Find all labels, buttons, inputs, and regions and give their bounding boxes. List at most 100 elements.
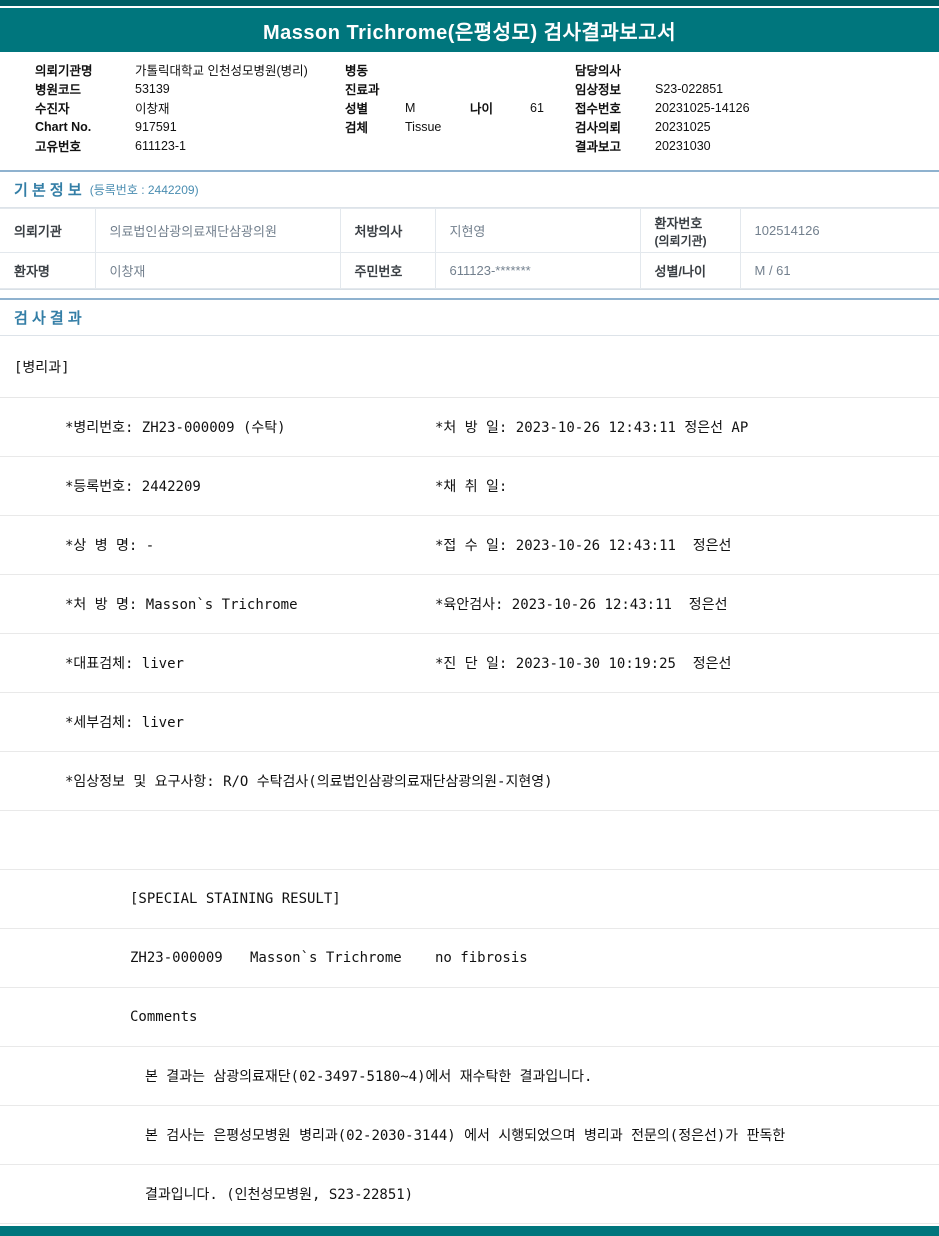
field-label: 의뢰기관명 xyxy=(35,64,93,78)
department-row: [병리과] xyxy=(0,336,939,398)
result-row: [SPECIAL STAINING RESULT] xyxy=(0,870,939,929)
field-label: 병원코드 xyxy=(35,83,82,97)
result-text: *채 취 일: xyxy=(435,479,508,495)
field-row: 고유번호 611123-1 xyxy=(35,136,308,155)
basic-info-table: 의뢰기관 의료법인삼광의료재단삼광의원 처방의사 지현영 환자번호 (의뢰기관)… xyxy=(0,208,939,289)
result-row: 본 결과는 삼광의료재단(02-3497-5180~4)에서 재수탁한 결과입니… xyxy=(0,1047,939,1106)
field-label: 병동 xyxy=(345,64,369,78)
cell-value: 611123-******* xyxy=(434,252,641,289)
test-result-section: 검 사 결 과 [병리과] *병리번호: ZH23-000009 (수탁) *처… xyxy=(0,298,939,1224)
test-result-header: 검 사 결 과 xyxy=(0,300,939,336)
field-label: 결과보고 xyxy=(575,140,622,154)
result-text: *병리번호: ZH23-000009 (수탁) xyxy=(65,420,286,436)
result-text: 본 검사는 은평성모병원 병리과(02-2030-3144) 에서 시행되었으며… xyxy=(145,1128,786,1144)
result-row: *처 방 명: Masson`s Trichrome *육안검사: 2023-1… xyxy=(0,575,939,634)
field-row: 담당의사 xyxy=(575,60,750,79)
patient-info-column: 의뢰기관명 가톨릭대학교 인천성모병원(병리) 병원코드 53139 수진자 이창재 … xyxy=(35,60,308,155)
result-row: Comments xyxy=(0,988,939,1047)
field-label: 담당의사 xyxy=(575,64,622,78)
registration-number: (등록번호 : 2442209) xyxy=(89,183,199,197)
department-label: [병리과] xyxy=(14,359,70,376)
field-label: 검체 xyxy=(345,121,369,135)
field-value: 61 xyxy=(530,100,544,115)
bottom-accent-strip xyxy=(0,1226,939,1236)
result-row: 본 검사는 은평성모병원 병리과(02-2030-3144) 에서 시행되었으며… xyxy=(0,1106,939,1165)
result-text: ZH23-000009 xyxy=(130,950,223,966)
field-label: 접수번호 xyxy=(575,102,622,116)
field-row: 검사의뢰 20231025 xyxy=(575,117,750,136)
field-row: 검체 Tissue xyxy=(345,117,544,136)
result-text: *등록번호: 2442209 xyxy=(65,479,201,495)
field-value: 가톨릭대학교 인천성모병원(병리) xyxy=(135,64,308,78)
field-label: 나이 xyxy=(470,102,494,116)
result-row: ZH23-000009 Masson`s Trichrome no fibros… xyxy=(0,929,939,988)
result-text: *임상정보 및 요구사항: R/O 수탁검사(의료법인삼광의료재단삼광의원-지현… xyxy=(65,774,553,790)
section-title: 검 사 결 과 xyxy=(14,310,82,327)
result-row-empty xyxy=(0,811,939,870)
cell-value: 이창재 xyxy=(94,252,341,289)
order-info-column: 담당의사 임상정보 S23-022851 접수번호 20231025-14126 검… xyxy=(575,60,750,155)
field-row: 결과보고 20231030 xyxy=(575,136,750,155)
field-row: 의뢰기관명 가톨릭대학교 인천성모병원(병리) xyxy=(35,60,308,79)
field-row: Chart No. 917591 xyxy=(35,117,308,136)
cell-label: 환자명 xyxy=(0,252,96,289)
field-label: 진료과 xyxy=(345,83,380,97)
cell-label: 주민번호 xyxy=(339,252,436,289)
result-row: *병리번호: ZH23-000009 (수탁) *처 방 일: 2023-10-… xyxy=(0,398,939,457)
cell-label: 처방의사 xyxy=(339,208,436,253)
field-label: 검사의뢰 xyxy=(575,121,622,135)
field-row: 임상정보 S23-022851 xyxy=(575,79,750,98)
result-text: *세부검체: liver xyxy=(65,715,184,731)
field-value: 20231025 xyxy=(655,119,711,134)
result-text: *육안검사: 2023-10-26 12:43:11 정은선 xyxy=(435,597,728,613)
field-row: 병원코드 53139 xyxy=(35,79,308,98)
field-label: 임상정보 xyxy=(575,83,622,97)
field-value: 이창재 xyxy=(135,102,170,116)
result-text: 본 결과는 삼광의료재단(02-3497-5180~4)에서 재수탁한 결과입니… xyxy=(145,1069,593,1085)
result-text: 결과입니다. (인천성모병원, S23-22851) xyxy=(145,1187,414,1203)
report-title-bar: Masson Trichrome(은평성모) 검사결과보고서 xyxy=(0,8,939,52)
field-label: 수진자 xyxy=(35,102,70,116)
cell-value: 지현영 xyxy=(434,208,641,253)
field-value: S23-022851 xyxy=(655,81,724,96)
result-text: *대표검체: liver xyxy=(65,656,184,672)
field-value: Tissue xyxy=(405,119,442,134)
section-title: 기 본 정 보 xyxy=(14,182,82,199)
cell-label: 성별/나이 xyxy=(639,252,741,289)
result-text: *접 수 일: 2023-10-26 12:43:11 정은선 xyxy=(435,538,732,554)
result-text: Comments xyxy=(130,1009,198,1025)
result-row: *상 병 명: - *접 수 일: 2023-10-26 12:43:11 정은… xyxy=(0,516,939,575)
field-value: 20231025-14126 xyxy=(655,100,750,115)
field-value: M xyxy=(405,100,416,115)
field-label: 성별 xyxy=(345,102,369,116)
field-row: 접수번호 20231025-14126 xyxy=(575,98,750,117)
report-title: Masson Trichrome(은평성모) 검사결과보고서 xyxy=(263,21,676,44)
result-row: 결과입니다. (인천성모병원, S23-22851) xyxy=(0,1165,939,1224)
field-value: 53139 xyxy=(135,81,170,96)
field-value: 917591 xyxy=(135,119,177,134)
table-row: 의뢰기관 의료법인삼광의료재단삼광의원 처방의사 지현영 환자번호 (의뢰기관)… xyxy=(0,208,939,253)
table-row: 환자명 이창재 주민번호 611123-******* 성별/나이 M / 61 xyxy=(0,252,939,289)
top-accent-strip xyxy=(0,0,939,6)
basic-info-section: 기 본 정 보 (등록번호 : 2442209) 의뢰기관 의료법인삼광의료재단… xyxy=(0,170,939,290)
field-row: 진료과 xyxy=(345,79,544,98)
field-row: 병동 xyxy=(345,60,544,79)
result-row: *세부검체: liver xyxy=(0,693,939,752)
cell-value: 의료법인삼광의료재단삼광의원 xyxy=(94,208,341,253)
result-text: Masson`s Trichrome xyxy=(250,950,402,966)
result-text: *진 단 일: 2023-10-30 10:19:25 정은선 xyxy=(435,656,732,672)
field-label: 고유번호 xyxy=(35,140,82,154)
result-text: *처 방 일: 2023-10-26 12:43:11 정은선 AP xyxy=(435,420,749,436)
report-id-header: 의뢰기관명 가톨릭대학교 인천성모병원(병리) 병원코드 53139 수진자 이창재 … xyxy=(0,52,939,170)
cell-value: 102514126 xyxy=(739,208,939,253)
visit-info-column: 병동 진료과 성별 M 나이 61 검체 Tissue xyxy=(345,60,544,136)
field-label: Chart No. xyxy=(35,119,92,134)
cell-value: M / 61 xyxy=(739,252,939,289)
cell-label: 환자번호 (의뢰기관) xyxy=(639,208,741,253)
result-text: no fibrosis xyxy=(435,950,528,966)
result-text: [SPECIAL STAINING RESULT] xyxy=(130,891,341,907)
result-row: *등록번호: 2442209 *채 취 일: xyxy=(0,457,939,516)
field-value: 611123-1 xyxy=(135,138,186,153)
result-text: *상 병 명: - xyxy=(65,538,155,554)
basic-info-header: 기 본 정 보 (등록번호 : 2442209) xyxy=(0,172,939,208)
